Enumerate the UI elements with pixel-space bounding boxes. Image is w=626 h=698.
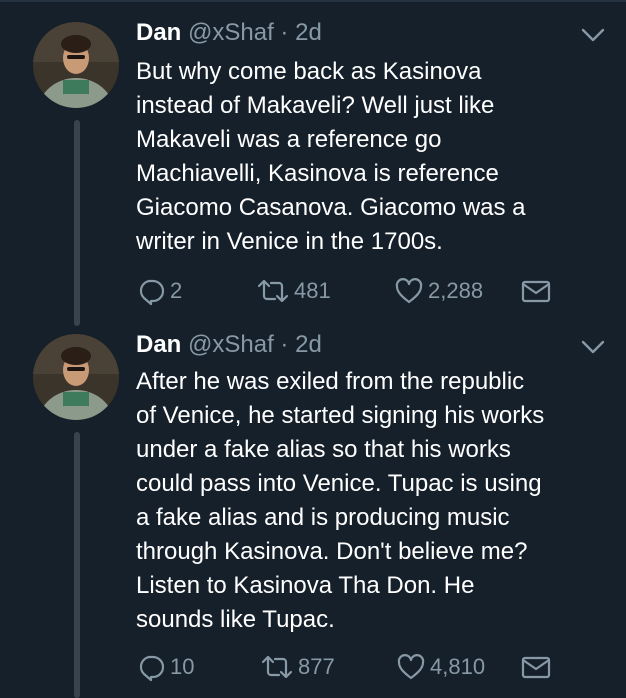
retweet-count: 877 (298, 654, 335, 679)
tweet-header: Dan @xShaf · 2d (136, 18, 322, 48)
retweet-button[interactable]: 877 (260, 652, 335, 682)
reply-icon (139, 655, 165, 682)
tweet-text-line: Machiavelli, Kasinova is reference (136, 160, 499, 187)
tweet-actions: 2 481 2,288 (136, 276, 596, 306)
message-button[interactable] (520, 652, 552, 682)
like-count: 4,810 (430, 654, 486, 679)
tweet-text-line: a fake alias and is producing music (136, 504, 510, 531)
avatar-image (33, 22, 119, 108)
reply-button[interactable]: 10 (136, 652, 194, 682)
tweet-actions: 10 877 4,810 (136, 652, 596, 682)
avatar[interactable] (33, 22, 119, 108)
tweet-text-line: could pass into Venice. Tupac is using (136, 470, 542, 497)
tweet-text-line: sounds like Tupac. (136, 606, 335, 633)
timestamp[interactable]: 2d (295, 331, 322, 358)
tweet[interactable]: Dan @xShaf · 2d But why come back as Kas… (0, 0, 626, 320)
tweet-text-line: But why come back as Kasinova (136, 58, 482, 85)
tweet-header: Dan @xShaf · 2d (136, 330, 322, 360)
display-name[interactable]: Dan (136, 331, 181, 358)
retweet-button[interactable]: 481 (256, 276, 331, 306)
like-button[interactable]: 2,288 (394, 276, 483, 306)
like-count: 2,288 (428, 278, 484, 303)
user-handle[interactable]: @xShaf (188, 19, 274, 46)
tweet-text-line: under a fake alias so that his works (136, 436, 511, 463)
user-handle[interactable]: @xShaf (188, 331, 274, 358)
reply-button[interactable]: 2 (136, 276, 182, 306)
retweet-count: 481 (294, 278, 331, 303)
message-icon (521, 280, 551, 303)
tweet-text: After he was exiled from the republic of… (136, 365, 616, 637)
avatar-image (33, 334, 119, 420)
reply-count: 2 (170, 278, 183, 303)
message-button[interactable] (520, 276, 552, 306)
tweet-text-line: of Venice, he started signing his works (136, 402, 545, 429)
tweet-text-line: instead of Makaveli? Well just like (136, 92, 495, 119)
reply-count: 10 (170, 654, 195, 679)
retweet-icon (257, 279, 289, 303)
chevron-down-icon[interactable] (580, 334, 606, 360)
tweet-text-line: Giacomo Casanova. Giacomo was a (136, 194, 526, 221)
message-icon (521, 656, 551, 679)
tweet-text-line: through Kasinova. Don't believe me? (136, 538, 528, 565)
like-button[interactable]: 4,810 (396, 652, 485, 682)
tweet-text-line: Listen to Kasinova Tha Don. He (136, 572, 475, 599)
avatar[interactable] (33, 334, 119, 420)
tweet-text-line: After he was exiled from the republic (136, 368, 525, 395)
tweet[interactable]: Dan @xShaf · 2d After he was exiled from… (0, 320, 626, 698)
separator: · (280, 19, 289, 46)
display-name[interactable]: Dan (136, 19, 181, 46)
tweet-text-line: Makaveli was a reference go (136, 126, 442, 153)
like-icon (397, 654, 425, 680)
tweet-text: But why come back as Kasinova instead of… (136, 55, 616, 259)
reply-icon (139, 279, 165, 306)
timestamp[interactable]: 2d (295, 19, 322, 46)
chevron-down-icon[interactable] (580, 22, 606, 48)
separator: · (280, 331, 289, 358)
tweet-text-line: writer in Venice in the 1700s. (136, 228, 443, 255)
retweet-icon (261, 655, 293, 679)
like-icon (395, 278, 423, 304)
